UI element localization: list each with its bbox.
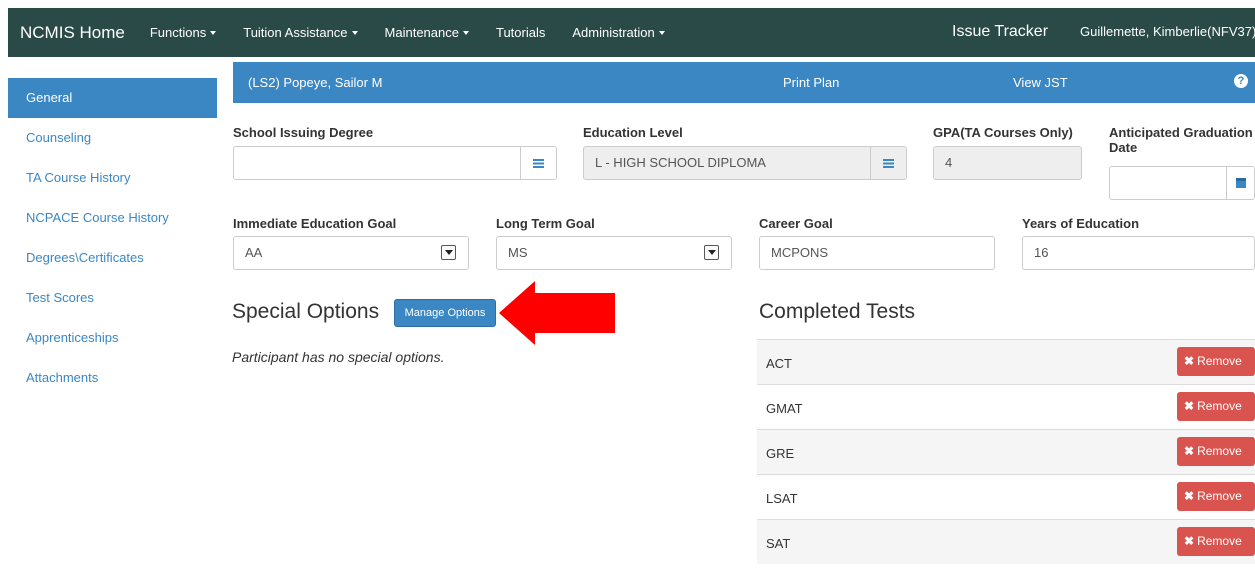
view-jst-link[interactable]: View JST (1013, 75, 1068, 90)
table-row: ACT ✖ Remove (757, 339, 1255, 384)
nav-administration-label: Administration (572, 25, 655, 40)
remove-icon: ✖ (1184, 489, 1195, 503)
remove-icon: ✖ (1184, 399, 1195, 413)
brand-home-link[interactable]: NCMIS Home (20, 23, 125, 43)
list-picker-button[interactable] (520, 147, 556, 179)
sidebar-item-apprenticeships[interactable]: Apprenticeships (8, 318, 217, 358)
no-special-options-text: Participant has no special options. (232, 349, 445, 365)
remove-icon: ✖ (1184, 444, 1195, 458)
print-plan-link[interactable]: Print Plan (783, 75, 839, 90)
years-education-value: 16 (1034, 245, 1049, 260)
immediate-goal-value: AA (245, 245, 263, 260)
remove-label: Remove (1197, 444, 1242, 458)
test-name: GRE (766, 446, 795, 461)
immediate-goal-label: Immediate Education Goal (233, 216, 397, 231)
remove-test-button[interactable]: ✖ Remove (1177, 482, 1255, 511)
long-term-goal-label: Long Term Goal (496, 216, 595, 231)
remove-test-button[interactable]: ✖ Remove (1177, 437, 1255, 466)
sidebar-item-counseling[interactable]: Counseling (8, 118, 217, 158)
issue-tracker-link[interactable]: Issue Tracker (952, 23, 1048, 41)
list-picker-button[interactable] (870, 147, 906, 179)
long-term-goal-value: MS (508, 245, 528, 260)
nav-tutorials[interactable]: Tutorials (496, 25, 545, 40)
school-issuing-degree-field[interactable] (233, 146, 557, 180)
special-options-heading: Special Options (232, 300, 380, 323)
list-icon (533, 158, 544, 168)
nav-maintenance-label: Maintenance (384, 25, 459, 40)
remove-icon: ✖ (1184, 534, 1195, 548)
education-level-label: Education Level (583, 125, 683, 140)
remove-test-button[interactable]: ✖ Remove (1177, 527, 1255, 556)
long-term-goal-select[interactable]: MS (496, 236, 732, 270)
anticipated-graduation-label-line1: Anticipated Graduation (1109, 125, 1253, 140)
nav-tutorials-label: Tutorials (495, 25, 546, 40)
remove-label: Remove (1197, 399, 1242, 413)
remove-label: Remove (1197, 534, 1242, 548)
anticipated-graduation-label: Anticipated Graduation Date (1109, 125, 1253, 155)
red-arrow-annotation-icon (499, 281, 615, 345)
immediate-goal-select[interactable]: AA (233, 236, 469, 270)
nav-administration[interactable]: Administration (572, 25, 665, 40)
table-row: LSAT ✖ Remove (757, 474, 1255, 519)
nav-tuition-assistance[interactable]: Tuition Assistance (243, 25, 358, 40)
sidebar-item-degrees-certificates[interactable]: Degrees\Certificates (8, 238, 217, 278)
career-goal-label: Career Goal (759, 216, 833, 231)
gpa-label: GPA(TA Courses Only) (933, 125, 1073, 140)
completed-tests-heading: Completed Tests (759, 300, 916, 323)
remove-test-button[interactable]: ✖ Remove (1177, 347, 1255, 376)
education-level-value: L - HIGH SCHOOL DIPLOMA (595, 155, 766, 170)
career-goal-value: MCPONS (771, 245, 829, 260)
remove-icon: ✖ (1184, 354, 1195, 368)
participant-name: (LS2) Popeye, Sailor M (248, 75, 383, 90)
years-education-field[interactable]: 16 (1022, 236, 1255, 270)
test-name: SAT (766, 536, 791, 551)
sidebar-item-ncpace-course-history[interactable]: NCPACE Course History (8, 198, 217, 238)
nav-maintenance[interactable]: Maintenance (385, 25, 469, 40)
nav-functions-label: Functions (149, 25, 207, 40)
sidebar-item-test-scores[interactable]: Test Scores (8, 278, 217, 318)
test-name: ACT (766, 356, 792, 371)
test-name: LSAT (766, 491, 798, 506)
calendar-button[interactable] (1226, 167, 1254, 199)
years-education-label: Years of Education (1022, 216, 1140, 231)
nav-functions[interactable]: Functions (149, 25, 217, 40)
participant-header-bar: (LS2) Popeye, Sailor M Print Plan View J… (233, 62, 1255, 103)
gpa-field: 4 (933, 146, 1082, 180)
caret-down-icon (658, 30, 665, 35)
dropdown-arrow-icon[interactable] (441, 245, 456, 260)
list-icon (883, 158, 894, 168)
remove-label: Remove (1197, 489, 1242, 503)
anticipated-graduation-label-line2: Date (1109, 140, 1138, 155)
sidebar-item-attachments[interactable]: Attachments (8, 358, 217, 398)
sidebar-item-general[interactable]: General (8, 78, 217, 118)
education-level-field[interactable]: L - HIGH SCHOOL DIPLOMA (583, 146, 907, 180)
nav-tuition-label: Tuition Assistance (243, 25, 348, 40)
table-row: GMAT ✖ Remove (757, 384, 1255, 429)
school-issuing-degree-label: School Issuing Degree (233, 125, 374, 140)
user-menu[interactable]: Guillemette, Kimberlie(NFV37) (1080, 24, 1255, 39)
caret-down-icon (210, 30, 217, 35)
table-row: SAT ✖ Remove (757, 519, 1255, 564)
caret-down-icon (351, 30, 358, 35)
remove-test-button[interactable]: ✖ Remove (1177, 392, 1255, 421)
table-row: GRE ✖ Remove (757, 429, 1255, 474)
manage-options-button[interactable]: Manage Options (394, 299, 496, 327)
test-name: GMAT (766, 401, 803, 416)
remove-label: Remove (1197, 354, 1242, 368)
dropdown-arrow-icon[interactable] (704, 245, 719, 260)
anticipated-graduation-date-field[interactable] (1109, 166, 1255, 200)
calendar-icon (1235, 178, 1246, 188)
sidebar: General Counseling TA Course History NCP… (8, 78, 217, 398)
sidebar-item-ta-course-history[interactable]: TA Course History (8, 158, 217, 198)
career-goal-field[interactable]: MCPONS (759, 236, 995, 270)
gpa-value: 4 (945, 155, 953, 170)
top-navbar: NCMIS Home Functions Tuition Assistance … (8, 8, 1255, 57)
help-icon[interactable]: ? (1234, 74, 1248, 88)
caret-down-icon (462, 30, 469, 35)
